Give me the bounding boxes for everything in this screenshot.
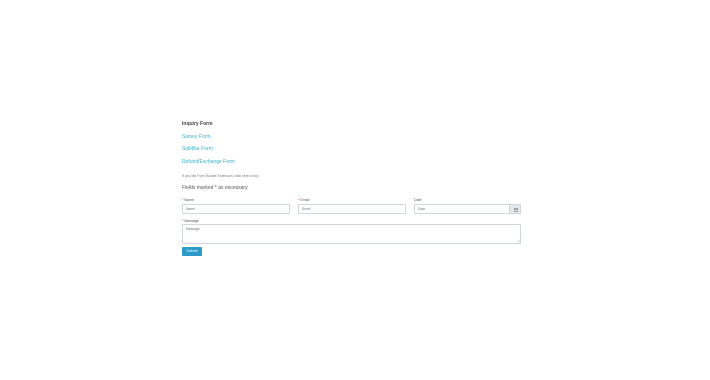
required-fields-legend: Fields marked * as necessary [182,185,248,191]
resize-grip-icon[interactable] [516,239,520,243]
form-link-sidebar[interactable]: SideBar Form [182,145,235,153]
email-label-text: Email [300,198,310,202]
form-link-survey[interactable]: Survey Form [182,133,235,141]
message-label: *Message [182,219,199,223]
purchase-note[interactable]: If you like Form Builder Extension, clic… [182,174,259,178]
forms-nav: Inquiry Form Survey Form SideBar Form Re… [182,120,235,170]
name-label: *Name [182,198,194,202]
date-picker-button[interactable] [510,204,521,214]
email-input[interactable] [298,204,406,214]
date-label: Date [414,198,422,202]
name-label-text: Name [184,198,194,202]
email-label: *Email [298,198,309,202]
name-input[interactable] [182,204,290,214]
date-label-text: Date [414,198,422,202]
date-input[interactable] [414,204,510,214]
form-link-refund-exchange[interactable]: Refund/Exchange Form [182,158,235,166]
form-link-inquiry[interactable]: Inquiry Form [182,120,235,128]
submit-button[interactable]: Submit [182,247,202,256]
message-label-text: Message [184,219,199,223]
form-builder-page: Inquiry Form Survey Form SideBar Form Re… [0,0,710,380]
message-textarea[interactable] [182,224,521,244]
calendar-icon [513,207,518,212]
